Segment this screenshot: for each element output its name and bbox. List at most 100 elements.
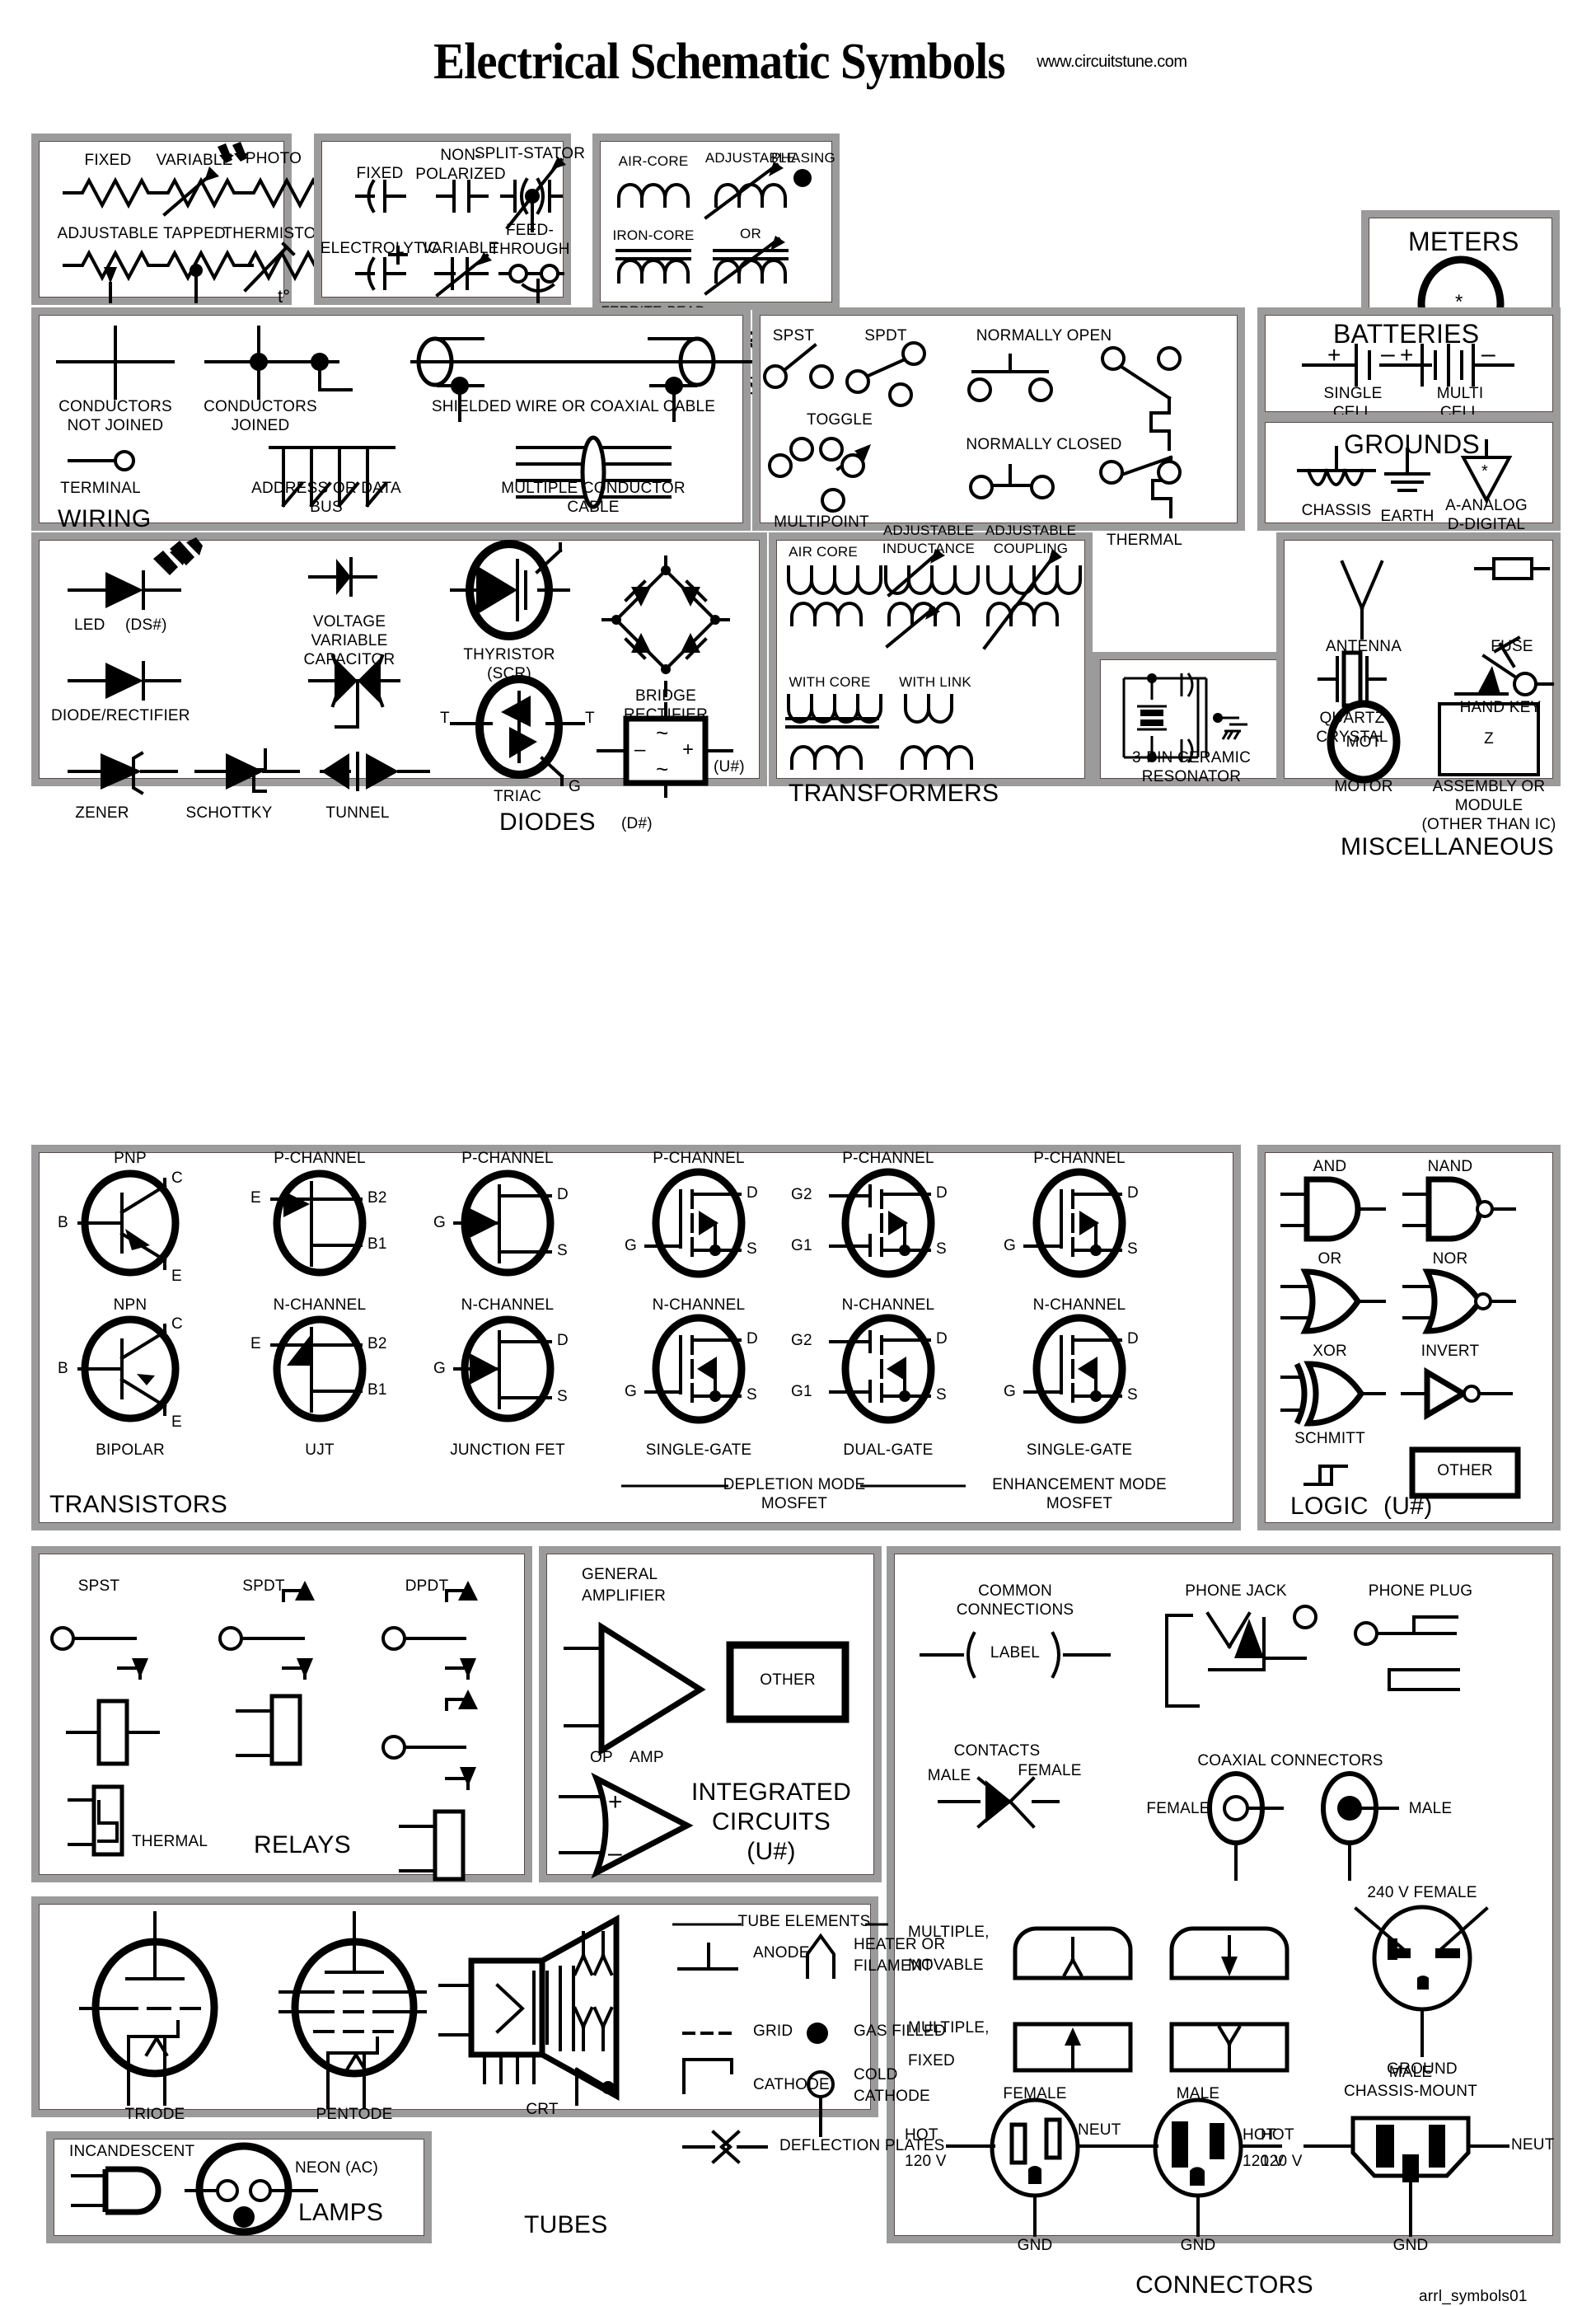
label-cap-feedthrough-1: FEED- xyxy=(506,222,554,239)
label-lamp-neon: NEON (AC) xyxy=(295,2159,379,2177)
section-title-relays: RELAYS xyxy=(254,1831,351,1858)
meter-dial-mark: * xyxy=(1455,291,1463,313)
section-title-meters: METERS xyxy=(1408,227,1519,256)
pin-pnp-e: E xyxy=(171,1268,182,1285)
section-title-lamps: LAMPS xyxy=(298,2199,384,2226)
panel-grounds: GROUNDS * CHASSIS EARTH A-ANALOG D-DIGIT… xyxy=(1265,422,1553,533)
label-tube-deflection: DEFLECTION PLATES xyxy=(779,2137,945,2154)
label-ground-chassis: CHASSIS xyxy=(1301,502,1372,519)
pin-mosfet2-g2-top: G2 xyxy=(791,1186,812,1203)
label-bridge-u-ref: (U#) xyxy=(714,758,745,776)
label-vvc-3: CAPACITOR xyxy=(303,651,395,668)
pin-mosfet1-d-top: D xyxy=(747,1184,758,1202)
label-triac-t1: T xyxy=(440,710,450,727)
label-chassis-mount: CHASSIS-MOUNT xyxy=(1344,2083,1477,2100)
label-ic-amp: AMP xyxy=(630,1749,664,1766)
label-ground-digital: D-DIGITAL xyxy=(1447,516,1526,533)
pin-mosfet2-s-bottom: S xyxy=(936,1386,947,1404)
label-outlet-female: FEMALE xyxy=(1003,2085,1067,2102)
label-thermistor-t: t° xyxy=(278,286,291,307)
pin-mosfet1-d-bottom: D xyxy=(747,1330,758,1348)
pin-jfet-g-top: G xyxy=(433,1214,446,1231)
label-female-120v: 120 V xyxy=(905,2153,947,2170)
pin-mosfet2-g1-top: G1 xyxy=(791,1237,812,1254)
panel-batteries: BATTERIES + – + – SINGLE CELL MULTI CELL xyxy=(1265,315,1553,421)
label-lamp-incandescent: INCANDESCENT xyxy=(69,2143,195,2160)
label-logic-other: OTHER xyxy=(1437,1462,1493,1479)
label-tube-anode: ANODE xyxy=(753,1944,810,1962)
section-title-miscellaneous: MISCELLANEOUS xyxy=(1341,833,1554,860)
label-conductors-not-joined-1: CONDUCTORS xyxy=(59,398,172,415)
label-switch-normally-open: NORMALLY OPEN xyxy=(976,327,1112,344)
label-switch-thermal: THERMAL xyxy=(1106,532,1183,549)
footer-code: arrl_symbols01 xyxy=(1419,2288,1528,2305)
label-ic-op: OP xyxy=(590,1749,613,1766)
label-bridge-minus: – xyxy=(634,738,646,761)
label-jfet-nchannel: N-CHANNEL xyxy=(461,1296,555,1314)
label-depletion-mosfet: MOSFET xyxy=(761,1495,828,1512)
label-coaxial-connectors: COAXIAL CONNECTORS xyxy=(1197,1752,1383,1769)
section-title-tubes: TUBES xyxy=(524,2211,608,2238)
pin-pnp-c: C xyxy=(171,1169,183,1187)
label-misc-quartz: QUARTZ xyxy=(1319,710,1385,727)
label-xfmr-adj-coupling-2: COUPLING xyxy=(993,541,1069,556)
label-tube-cathode: CATHODE xyxy=(753,2076,830,2093)
label-outlet-male: MALE xyxy=(1176,2085,1220,2102)
label-mosfet2-pchannel: P-CHANNEL xyxy=(842,1150,934,1167)
label-transistor-bipolar: BIPOLAR xyxy=(96,1441,165,1459)
label-triac: TRIAC xyxy=(494,788,541,805)
label-vvc-1: VOLTAGE xyxy=(312,613,386,630)
label-bridge-plus: + xyxy=(682,738,695,761)
label-tube-cold-1: COLD xyxy=(854,2066,898,2083)
label-female-neut: NEUT xyxy=(1078,2121,1121,2139)
label-misc-z: Z xyxy=(1484,730,1494,748)
label-battery-multi-2: CELL xyxy=(1439,404,1481,421)
pin-npn-b: B xyxy=(58,1360,68,1377)
label-connector-label: LABEL xyxy=(990,1644,1041,1662)
battery-single-minus: – xyxy=(1381,340,1395,368)
label-resistor-photo: PHOTO xyxy=(245,150,302,167)
label-battery-multi-1: MULTI xyxy=(1436,385,1484,402)
label-conductors-not-joined-2: NOT JOINED xyxy=(67,417,164,434)
label-misc-mot: MOT xyxy=(1346,734,1382,751)
label-coax-male: MALE xyxy=(1408,1800,1453,1817)
label-opamp-plus: + xyxy=(608,1788,623,1816)
label-chassis-hot: HOT xyxy=(1261,2126,1294,2144)
label-relay-spst: SPST xyxy=(77,1577,120,1595)
pin-mosfet1-g-bottom: G xyxy=(625,1383,637,1400)
website-credit: www.circuitstune.com xyxy=(1037,53,1187,71)
label-conductors-joined-1: CONDUCTORS xyxy=(204,398,317,415)
label-logic-schmitt: SCHMITT xyxy=(1294,1430,1365,1447)
pin-mosfet2-g1-bottom: G1 xyxy=(791,1383,812,1400)
label-xfmr-adj-inductance-1: ADJUSTABLE xyxy=(882,523,975,538)
label-cap-nonpolarized-2: POLARIZED xyxy=(415,166,506,183)
label-mosfet2-dual-gate: DUAL-GATE xyxy=(843,1441,934,1459)
label-bridge-1: BRIDGE xyxy=(634,687,697,705)
pin-ujt-b1-top: B1 xyxy=(367,1235,387,1253)
label-multi-conductor-1: MULTIPLE CONDUCTOR xyxy=(501,480,686,497)
label-mosfet3-pchannel: P-CHANNEL xyxy=(1033,1150,1126,1167)
label-jfet-pchannel: P-CHANNEL xyxy=(461,1150,554,1167)
section-title-grounds: GROUNDS xyxy=(1344,429,1480,459)
label-ic-amplifier: AMPLIFIER xyxy=(582,1587,667,1605)
label-cap-variable: VARIABLE xyxy=(422,240,499,257)
panel-integrated-circuits: GENERAL AMPLIFIER OTHER OP AMP + – INTEG… xyxy=(546,1554,874,1879)
label-xfmr-with-core: WITH CORE xyxy=(789,674,871,690)
label-multiple-fixed-2: FIXED xyxy=(908,2052,955,2069)
label-enhancement-mode: ENHANCEMENT MODE xyxy=(992,1476,1167,1493)
label-tube-gas-filled: GAS FILLED xyxy=(854,2022,946,2040)
label-resistor-thermistor: THERMISTOR xyxy=(222,225,328,242)
label-common-connections-1: COMMON xyxy=(978,1582,1052,1600)
label-diode-led: LED xyxy=(74,616,105,634)
label-switch-spdt: SPDT xyxy=(864,327,907,344)
label-enhancement-mosfet: MOSFET xyxy=(1046,1495,1113,1512)
label-phone-plug: PHONE PLUG xyxy=(1368,1582,1473,1600)
panel-connectors: COMMON CONNECTIONS LABEL PHONE JACK PHON… xyxy=(894,1554,1554,2305)
label-ind-or: OR xyxy=(740,226,761,241)
label-ground-analog: A-ANALOG xyxy=(1445,497,1528,514)
pin-ujt-e-bottom: E xyxy=(250,1335,261,1352)
label-switch-toggle: TOGGLE xyxy=(806,411,873,429)
label-resonator-1: 3-PIN CERAMIC xyxy=(1131,749,1252,766)
panel-tubes: TRIODE PENTODE CRT TUBE ELEMENTS ANODE H… xyxy=(39,1904,946,2238)
label-resonator-2: RESONATOR xyxy=(1141,768,1242,785)
